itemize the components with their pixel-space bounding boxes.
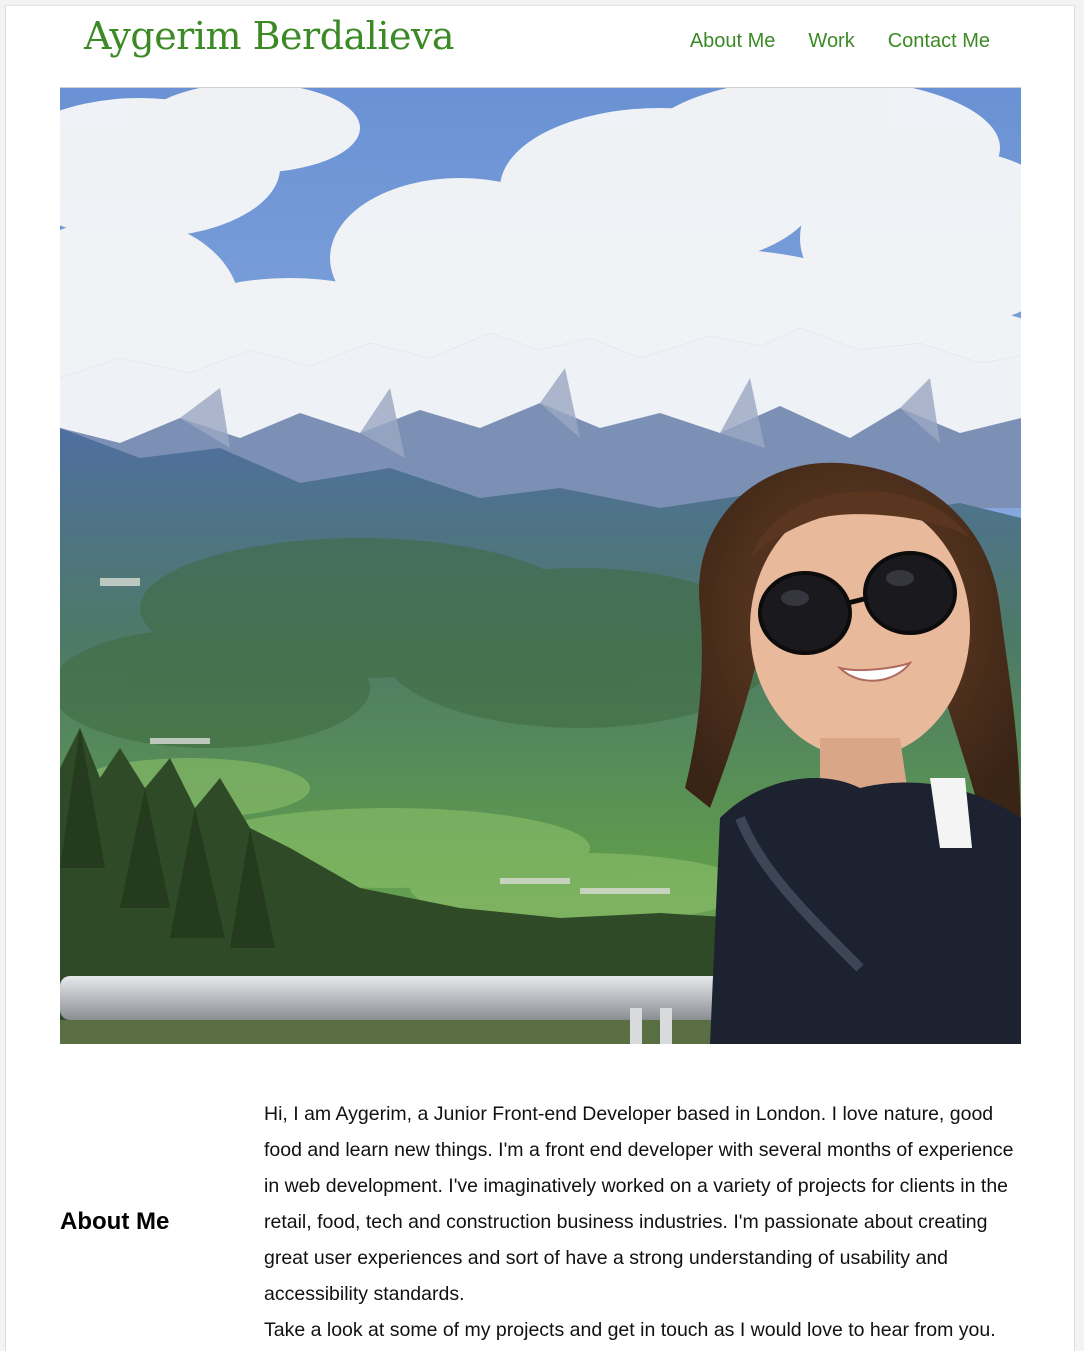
- nav-link-about-me[interactable]: About Me: [690, 30, 776, 53]
- nav-link-contact-me[interactable]: Contact Me: [888, 30, 990, 53]
- about-paragraph-cta: Take a look at some of my projects and g…: [264, 1319, 996, 1341]
- about-body: Hi, I am Aygerim, a Junior Front-end Dev…: [264, 1096, 1034, 1348]
- site-title[interactable]: Aygerim Berdalieva: [84, 14, 455, 58]
- about-heading: About Me: [60, 1208, 170, 1235]
- main-nav: About Me Work Contact Me: [690, 30, 990, 53]
- hero-photo-illustration: [60, 88, 1021, 1044]
- page: Aygerim Berdalieva About Me Work Contact…: [5, 5, 1075, 1351]
- nav-link-work[interactable]: Work: [808, 30, 854, 53]
- hero-photo: [60, 87, 1021, 1044]
- about-paragraph-intro: Hi, I am Aygerim, a Junior Front-end Dev…: [264, 1103, 1014, 1305]
